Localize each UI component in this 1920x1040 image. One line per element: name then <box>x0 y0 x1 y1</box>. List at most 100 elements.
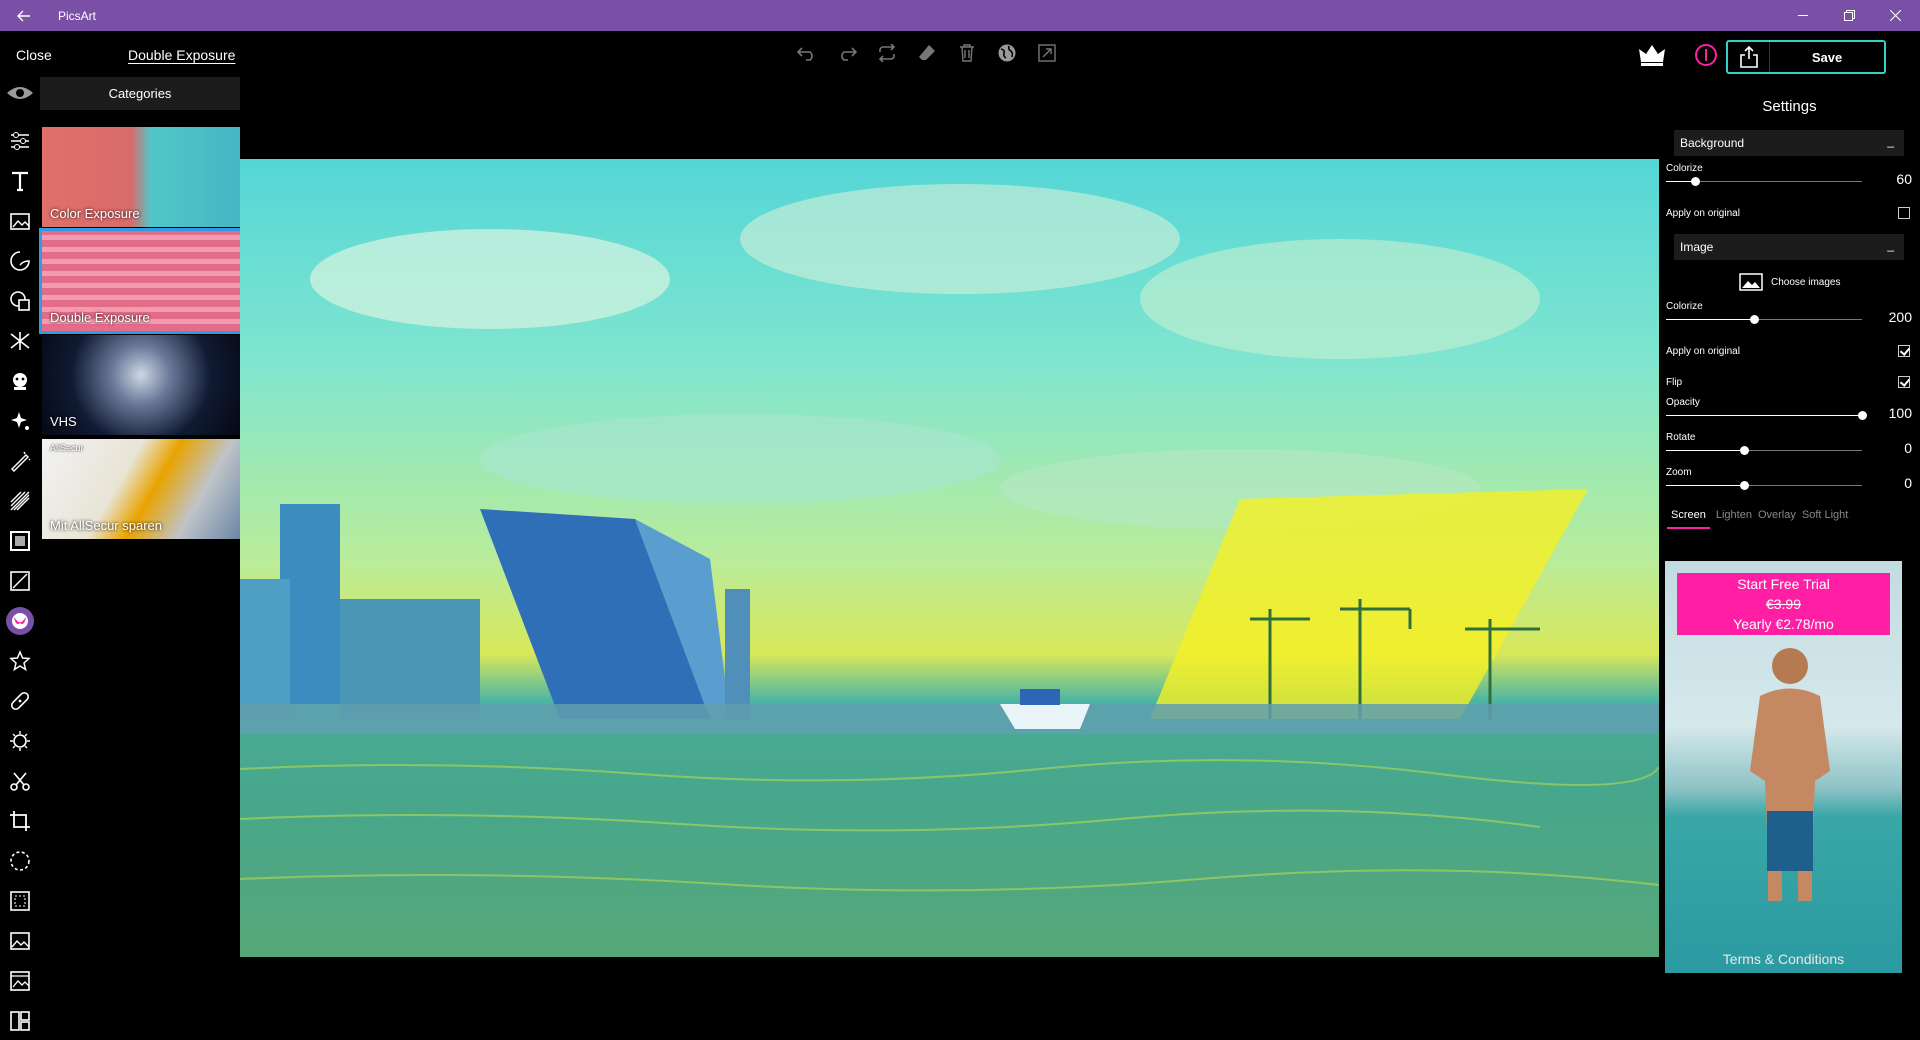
effect-thumb-label: Color Exposure <box>50 206 140 221</box>
share-button[interactable] <box>1728 42 1770 72</box>
effect-thumb-vhs[interactable]: VHS <box>42 335 240 435</box>
collapse-icon[interactable]: _ <box>1887 134 1894 148</box>
bg-colorize-label: Colorize <box>1666 163 1703 174</box>
undo-icon[interactable] <box>795 41 819 65</box>
rotate-label: Rotate <box>1666 432 1695 443</box>
terms-link[interactable]: Terms & Conditions <box>1665 951 1902 967</box>
text-icon[interactable] <box>6 167 34 195</box>
bg-colorize-slider[interactable] <box>1666 181 1862 182</box>
fit-icon[interactable] <box>1035 41 1059 65</box>
effect-thumb-label: Double Exposure <box>50 310 150 325</box>
sticker-icon[interactable] <box>6 207 34 235</box>
close-window-icon[interactable] <box>1872 0 1918 31</box>
cta-yearly-price: Yearly €2.78/mo <box>1677 614 1890 634</box>
categories-header[interactable]: Categories <box>40 77 240 110</box>
adjust-icon[interactable] <box>6 127 34 155</box>
choose-images-button[interactable]: Choose images <box>1739 273 1840 291</box>
eraser-icon[interactable] <box>915 41 939 65</box>
effect-thumb-color-exposure[interactable]: Color Exposure <box>42 127 240 227</box>
editor-header: Close Double Exposure Sav <box>0 31 1920 77</box>
bg-colorize-value: 60 <box>1896 171 1912 187</box>
tool-rail <box>0 77 40 1040</box>
crown-icon[interactable] <box>1638 43 1666 67</box>
cta-line1: Start Free Trial <box>1677 574 1890 594</box>
opacity-value: 100 <box>1889 405 1912 421</box>
opacity-slider[interactable] <box>1666 415 1862 416</box>
ad-model-illustration <box>1735 641 1845 901</box>
draw-icon[interactable] <box>6 447 34 475</box>
editing-canvas[interactable] <box>240 159 1659 957</box>
zoom-value: 0 <box>1904 475 1912 491</box>
rotate-slider[interactable] <box>1666 450 1862 451</box>
blend-tab-soft-light[interactable]: Soft Light <box>1802 509 1848 529</box>
square-fit-icon[interactable] <box>6 887 34 915</box>
effect-thumb-double-exposure[interactable]: Double Exposure <box>42 231 240 331</box>
eye-icon[interactable] <box>4 83 36 103</box>
crop-icon[interactable] <box>6 807 34 835</box>
face-icon[interactable] <box>6 367 34 395</box>
blend-mode-tabs: Screen Lighten Overlay Soft Light <box>1667 509 1848 529</box>
repeat-icon[interactable] <box>875 41 899 65</box>
image-icon[interactable] <box>6 927 34 955</box>
save-button[interactable]: Save <box>1770 42 1884 72</box>
bg-apply-checkbox[interactable] <box>1898 207 1910 219</box>
opacity-label: Opacity <box>1666 397 1700 408</box>
app-title: PicsArt <box>58 9 96 23</box>
background-section-header[interactable]: Background _ <box>1674 130 1904 156</box>
zoom-label: Zoom <box>1666 467 1692 478</box>
globe-icon[interactable] <box>995 41 1019 65</box>
bg-apply-label: Apply on original <box>1666 208 1740 219</box>
img-colorize-slider[interactable] <box>1666 319 1862 320</box>
flip-checkbox[interactable] <box>1898 376 1910 388</box>
scissors-icon[interactable] <box>6 767 34 795</box>
border-icon[interactable] <box>6 527 34 555</box>
close-button[interactable]: Close <box>16 47 52 63</box>
image-section-header[interactable]: Image _ <box>1674 234 1904 260</box>
ad-brand-label: AllSecur <box>50 443 84 453</box>
redo-icon[interactable] <box>835 41 859 65</box>
edit-toolbar <box>795 41 1059 65</box>
harbor-photo <box>240 159 1659 957</box>
magic-icon[interactable] <box>6 407 34 435</box>
shapes-icon[interactable] <box>6 287 34 315</box>
brush-icon[interactable] <box>6 247 34 275</box>
img-apply-label: Apply on original <box>1666 346 1740 357</box>
start-trial-button[interactable]: Start Free Trial €3.99 Yearly €2.78/mo <box>1677 573 1890 635</box>
flip-label: Flip <box>1666 377 1682 388</box>
trash-icon[interactable] <box>955 41 979 65</box>
choose-images-label: Choose images <box>1771 277 1840 288</box>
back-arrow-icon[interactable] <box>0 0 48 31</box>
effect-thumb-label: VHS <box>50 414 77 429</box>
lens-flare-icon[interactable] <box>6 487 34 515</box>
minimize-icon[interactable] <box>1780 0 1826 31</box>
info-alert-icon[interactable] <box>1694 43 1718 67</box>
effect-name-title: Double Exposure <box>128 47 235 63</box>
blend-tab-lighten[interactable]: Lighten <box>1716 509 1752 529</box>
ad-thumb-allsecur[interactable]: AllSecur Mit AllSecur sparen <box>42 439 240 539</box>
restore-icon[interactable] <box>1826 0 1872 31</box>
rotate-value: 0 <box>1904 440 1912 456</box>
zoom-slider[interactable] <box>1666 485 1862 486</box>
background-section-label: Background <box>1680 136 1744 150</box>
blend-tab-screen[interactable]: Screen <box>1667 509 1710 529</box>
cta-old-price: €3.99 <box>1677 594 1890 614</box>
collage-icon[interactable] <box>6 1007 34 1035</box>
free-crop-icon[interactable] <box>6 847 34 875</box>
effect-thumbnails: Color Exposure Double Exposure VHS AllSe… <box>42 127 240 543</box>
effect-thumb-label: Mit AllSecur sparen <box>50 518 162 533</box>
image-icon <box>1739 273 1763 291</box>
tune-icon[interactable] <box>6 727 34 755</box>
img-apply-checkbox[interactable] <box>1898 345 1910 357</box>
collapse-icon[interactable]: _ <box>1887 238 1894 252</box>
frame-icon[interactable] <box>6 567 34 595</box>
settings-panel: Settings Background _ Colorize 60 Apply … <box>1659 77 1920 1040</box>
healing-icon[interactable] <box>6 687 34 715</box>
img-colorize-label: Colorize <box>1666 301 1703 312</box>
star-icon[interactable] <box>6 647 34 675</box>
add-photo-icon[interactable] <box>6 967 34 995</box>
save-group: Save <box>1726 40 1886 74</box>
blend-tab-overlay[interactable]: Overlay <box>1758 509 1796 529</box>
cutout-icon[interactable] <box>6 327 34 355</box>
effects-icon[interactable] <box>6 607 34 635</box>
promo-ad[interactable]: Start Free Trial €3.99 Yearly €2.78/mo T… <box>1665 561 1902 973</box>
